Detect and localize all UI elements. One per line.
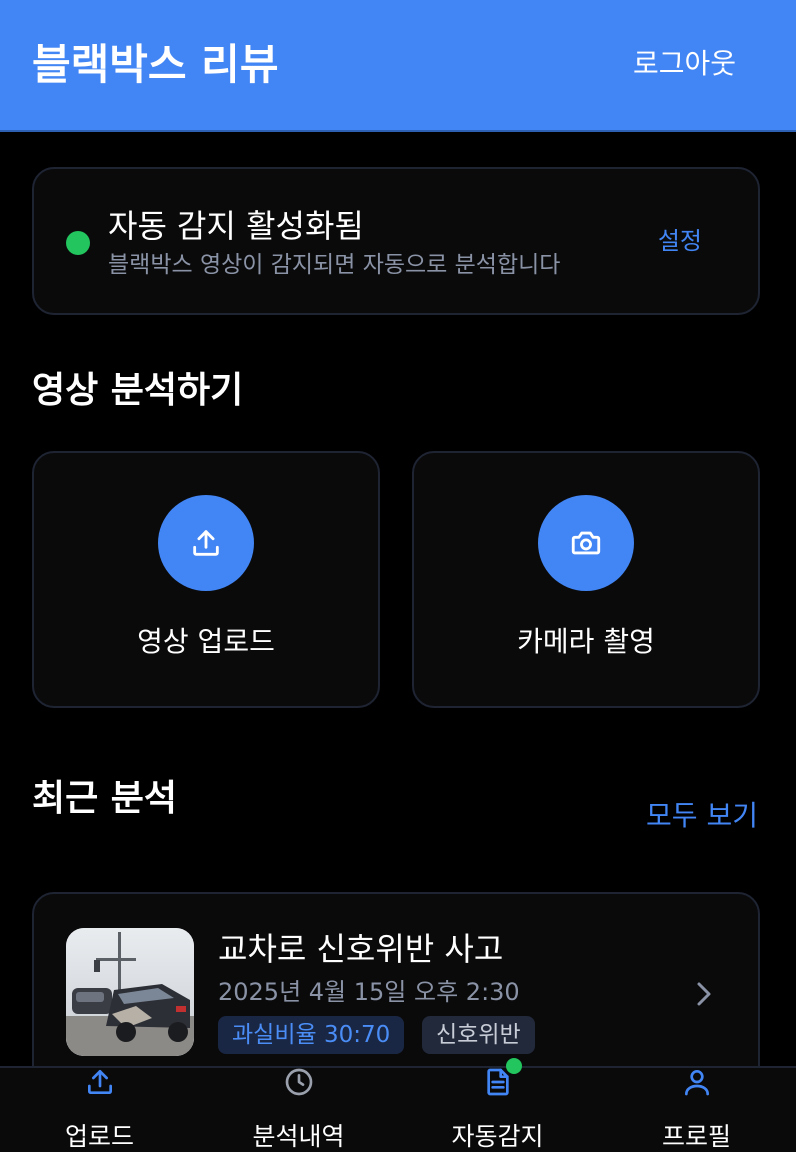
auto-detect-subtitle: 블랙박스 영상이 감지되면 자동으로 분석합니다 <box>108 252 561 278</box>
nav-item-history[interactable]: 분석내역 <box>199 1068 398 1152</box>
chevron-right-icon <box>697 982 711 1006</box>
camera-icon <box>571 531 601 555</box>
accident-thumbnail <box>66 928 194 1056</box>
camera-capture-button[interactable]: 카메라 촬영 <box>412 451 760 708</box>
bottom-nav: 업로드 분석내역 자동감지 프로필 <box>0 1058 796 1152</box>
upload-video-button[interactable]: 영상 업로드 <box>32 451 380 708</box>
nav-item-profile[interactable]: 프로필 <box>597 1068 796 1152</box>
user-icon <box>684 1070 709 1096</box>
logout-button[interactable]: 로그아웃 <box>633 44 736 84</box>
view-all-link[interactable]: 모두 보기 <box>646 796 758 836</box>
camera-icon-circle <box>538 495 634 591</box>
auto-detect-title: 자동 감지 활성화됨 <box>108 207 364 245</box>
recent-section-title: 최근 분석 <box>32 778 178 819</box>
accident-thumbnail-image <box>66 928 194 1056</box>
app-header: 블랙박스 리뷰 로그아웃 <box>0 0 796 132</box>
auto-detect-settings-link[interactable]: 설정 <box>658 225 702 257</box>
upload-icon <box>193 530 219 556</box>
recent-item-title: 교차로 신호위반 사고 <box>218 930 504 968</box>
app-title: 블랙박스 리뷰 <box>32 40 279 89</box>
upload-icon <box>87 1070 112 1094</box>
auto-detect-card: 자동 감지 활성화됨 블랙박스 영상이 감지되면 자동으로 분석합니다 설정 <box>32 167 760 315</box>
analyze-section-title: 영상 분석하기 <box>32 370 244 411</box>
app-root: 블랙박스 리뷰 로그아웃 자동 감지 활성화됨 블랙박스 영상이 감지되면 자동… <box>0 0 796 1152</box>
camera-capture-label: 카메라 촬영 <box>517 625 655 658</box>
nav-item-auto-detect[interactable]: 자동감지 <box>398 1058 597 1152</box>
violation-type-badge: 신호위반 <box>422 1016 535 1054</box>
nav-item-upload[interactable]: 업로드 <box>0 1068 199 1152</box>
recent-item-date: 2025년 4월 15일 오후 2:30 <box>218 978 520 1006</box>
nav-label-auto-detect: 자동감지 <box>451 1122 544 1151</box>
upload-video-label: 영상 업로드 <box>137 625 275 658</box>
fault-ratio-badge: 과실비율 30:70 <box>218 1016 405 1054</box>
status-indicator <box>66 231 90 255</box>
nav-label-profile: 프로필 <box>661 1122 731 1151</box>
auto-detect-active-badge <box>506 1058 522 1074</box>
upload-icon-circle <box>158 495 254 591</box>
nav-label-history: 분석내역 <box>252 1122 345 1151</box>
nav-label-upload: 업로드 <box>64 1122 134 1151</box>
clock-icon <box>285 1068 312 1096</box>
